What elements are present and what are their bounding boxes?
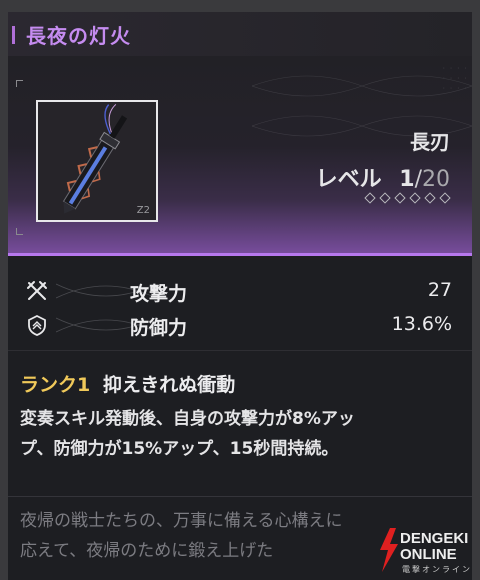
card-header: 長夜の灯火: [8, 12, 472, 56]
rank-diamond: [439, 192, 451, 204]
rank-diamond: [424, 192, 436, 204]
section-divider: [8, 350, 472, 351]
stat-value: 13.6%: [391, 313, 452, 335]
corner-mark: [16, 228, 23, 235]
crossed-swords-icon: [27, 281, 47, 300]
weapon-image-frame[interactable]: Z2: [36, 100, 158, 222]
hero-decoration-pattern: · · · · · · · · · · · · · · ·: [252, 65, 472, 137]
skill-rank-tag: ランク1: [20, 374, 91, 396]
rank-diamonds: [364, 192, 451, 204]
skill-name: 抑えきれぬ衝動: [102, 374, 236, 396]
level-label: レベル: [315, 167, 382, 192]
level-current: 1: [399, 167, 415, 192]
svg-text:· · · · ·: · · · · ·: [442, 75, 472, 82]
svg-text:· · · · ·: · · · · ·: [442, 65, 472, 72]
weapon-hero-panel: · · · · · · · · · · · · · · · Z2 長刃 レベル …: [8, 56, 472, 256]
weapon-level: レベル 1/20: [316, 161, 450, 193]
watermark-line3: 電撃オンライン: [402, 565, 472, 574]
rank-diamond: [364, 192, 376, 204]
rank-diamond: [379, 192, 391, 204]
header-accent-bar: [12, 26, 15, 44]
watermark-line2: ONLINE: [400, 546, 457, 563]
watermark-line1: DENGEKI: [400, 530, 469, 547]
skill-description-line: プ、防御力が15%アップ、15秒間持続。: [20, 439, 339, 459]
weapon-type: 長刃: [410, 130, 450, 154]
rank-diamond: [409, 192, 421, 204]
level-max: 20: [422, 167, 450, 192]
skill-rank-title: ランク1 抑えきれぬ衝動: [20, 370, 235, 397]
stat-row-defense: 防御力 13.6%: [8, 308, 472, 342]
weapon-name: 長夜の灯火: [26, 24, 131, 48]
svg-text:· · · · ·: · · · · ·: [442, 85, 472, 92]
skill-description-line: 変奏スキル発動後、自身の攻撃力が8%アッ: [20, 409, 355, 429]
stat-label: 防御力: [130, 317, 188, 339]
sword-icon: [62, 104, 128, 214]
hero-accent-line: [8, 253, 472, 256]
level-separator: /: [414, 167, 422, 192]
stat-value: 27: [427, 279, 452, 301]
weapon-detail-card: 長夜の灯火 · · · · · · · · · · · · · · · Z2 長…: [8, 12, 472, 580]
weapon-frame-number: Z2: [136, 205, 150, 216]
stats-list: 攻撃力 27 防御力 13.6%: [8, 274, 472, 342]
rank-diamond: [394, 192, 406, 204]
dengeki-logo-icon: [380, 528, 398, 572]
corner-mark: [16, 80, 23, 87]
skill-description: 変奏スキル発動後、自身の攻撃力が8%アッ プ、防御力が15%アップ、15秒間持続…: [20, 404, 460, 464]
lore-divider: [8, 496, 472, 497]
stat-row-attack: 攻撃力 27: [8, 274, 472, 308]
dengeki-online-watermark: DENGEKI ONLINE 電撃オンライン: [378, 524, 480, 580]
shield-icon: [28, 314, 46, 336]
stat-label: 攻撃力: [130, 283, 188, 305]
